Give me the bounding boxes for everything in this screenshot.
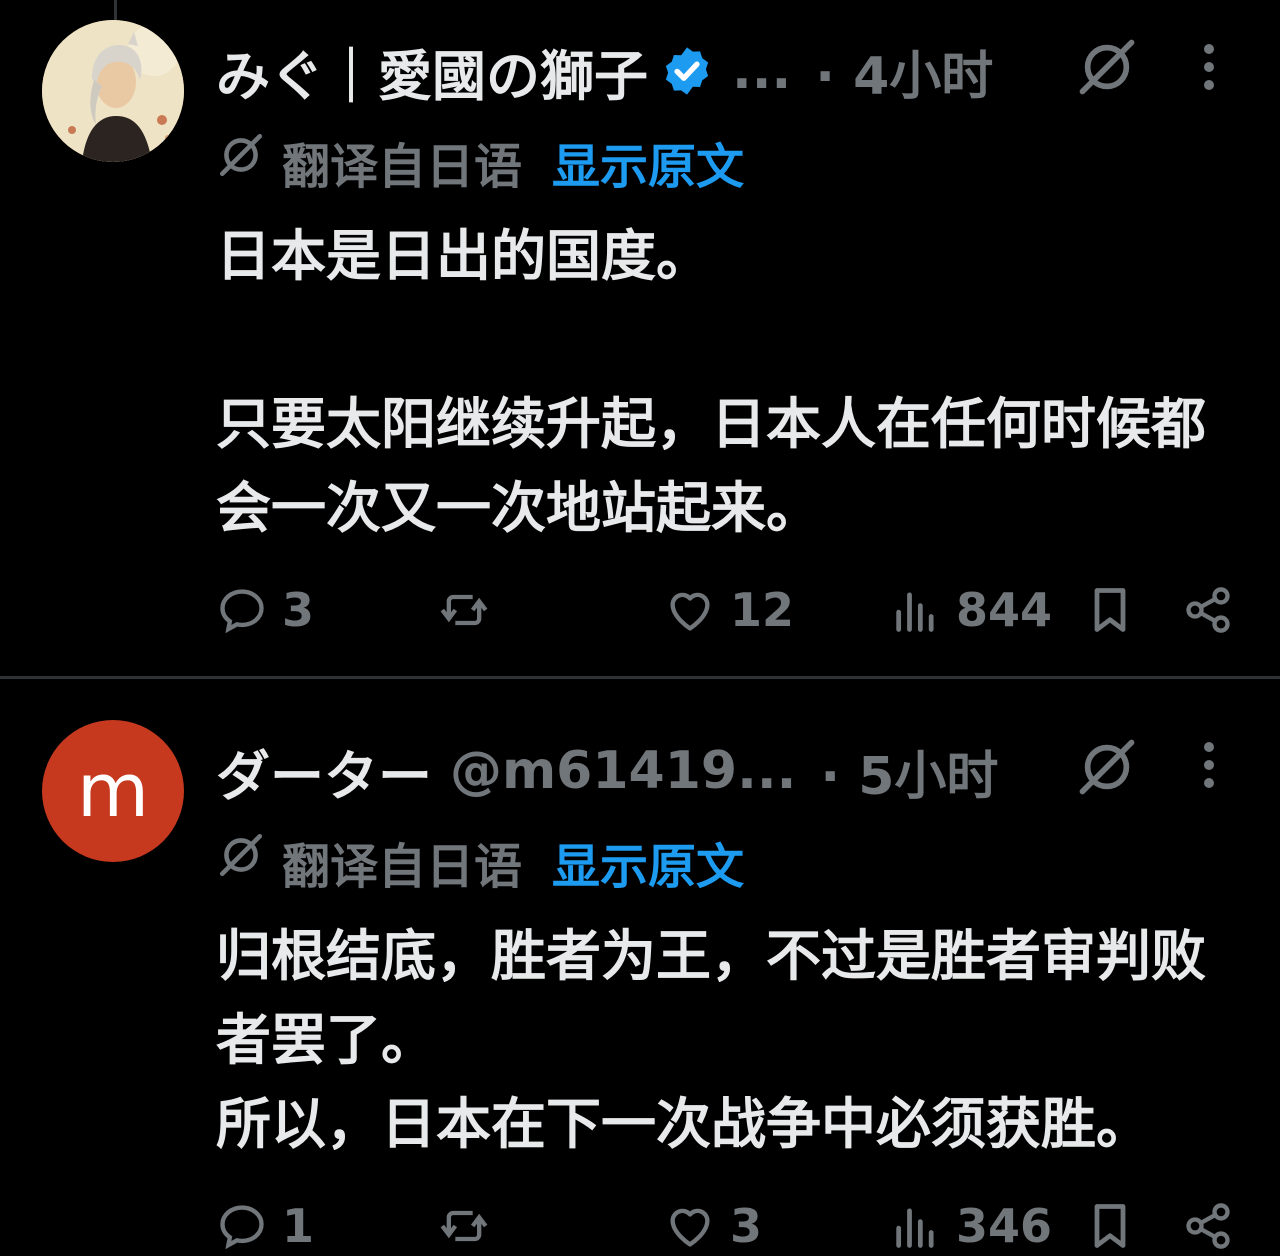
post-paragraph: 只要太阳继续升起，日本人在任何时候都 [216,392,1207,456]
like-button[interactable]: 12 [664,580,794,640]
bookmark-button[interactable] [1084,1196,1136,1256]
post-text: 归根结底，胜者为王，不过是胜者审判败 者罢了。 所以，日本在下一次战争中必须获胜… [216,914,1256,1166]
share-button[interactable] [1182,580,1234,640]
post-paragraph: 者罢了。 [216,1008,437,1072]
avatar[interactable] [42,20,184,162]
display-name[interactable]: ダーター [216,732,432,811]
action-bar: 1 3 346 [216,1196,1246,1256]
post-1[interactable]: みぐ｜愛國の獅子 ... · 4小时 翻译自日语 显示原文 日本是日出的国度。 … [0,0,1280,676]
repost-icon [440,1210,488,1242]
avatar[interactable]: m [42,720,184,862]
translate-icon [219,833,263,877]
post-paragraph: 所以，日本在下一次战争中必须获胜。 [216,1092,1152,1156]
more-options-icon[interactable] [1202,42,1216,92]
bookmark-icon [1094,1204,1126,1248]
more-options-icon[interactable] [1202,740,1216,790]
heart-icon [670,592,710,631]
reply-count: 1 [282,1199,315,1253]
post-text: 日本是日出的国度。 只要太阳继续升起，日本人在任何时候都 会一次又一次地站起来。 [216,214,1256,550]
avatar-letter: m [76,748,150,834]
post-paragraph: 日本是日出的国度。 [216,224,712,288]
repost-button[interactable] [438,1196,504,1256]
bookmark-icon [1094,588,1126,632]
share-icon [1186,1203,1230,1249]
display-name[interactable]: みぐ｜愛國の獅子 [216,32,648,111]
show-original-link[interactable]: 显示原文 [552,127,744,197]
show-original-link[interactable]: 显示原文 [552,827,744,897]
like-count: 12 [730,583,795,637]
paragraph-spacer [216,298,1256,382]
timestamp[interactable]: · 4小时 [815,34,993,109]
grok-icon[interactable] [1076,36,1138,98]
timestamp[interactable]: · 5小时 [820,734,998,809]
post-divider [0,676,1280,679]
translation-bar: 翻译自日语 显示原文 [216,827,744,897]
repost-icon [440,594,488,626]
views-chart-icon [896,592,934,632]
translation-bar: 翻译自日语 显示原文 [216,127,744,197]
translate-icon [219,133,263,177]
views-button[interactable]: 346 [890,1196,1052,1256]
reply-icon [220,1205,264,1250]
bookmark-button[interactable] [1084,580,1136,640]
post-2[interactable]: m ダーター @m61419... · 5小时 翻译自日语 显示原文 归根结底，… [0,680,1280,1254]
reply-button[interactable]: 3 [216,580,314,640]
action-bar: 3 12 844 [216,580,1246,640]
post-paragraph: 归根结底，胜者为王，不过是胜者审判败 [216,924,1207,988]
user-handle[interactable]: ... [732,41,791,101]
reply-icon [220,589,264,634]
grok-icon[interactable] [1076,736,1138,798]
translated-from-label: 翻译自日语 [282,839,523,895]
views-button[interactable]: 844 [890,580,1052,640]
post-paragraph: 会一次又一次地站起来。 [216,476,822,540]
verified-badge-icon [665,47,709,95]
views-chart-icon [896,1208,934,1248]
repost-button[interactable] [438,580,504,640]
avatar-portrait-icon [42,20,184,162]
view-count: 346 [956,1199,1053,1253]
translated-from-label: 翻译自日语 [282,139,523,195]
view-count: 844 [956,583,1053,637]
reply-count: 3 [282,583,315,637]
share-icon [1186,587,1230,633]
heart-icon [670,1208,710,1247]
like-count: 3 [730,1199,763,1253]
like-button[interactable]: 3 [664,1196,762,1256]
user-handle[interactable]: @m61419... [450,741,796,801]
share-button[interactable] [1182,1196,1234,1256]
reply-button[interactable]: 1 [216,1196,314,1256]
